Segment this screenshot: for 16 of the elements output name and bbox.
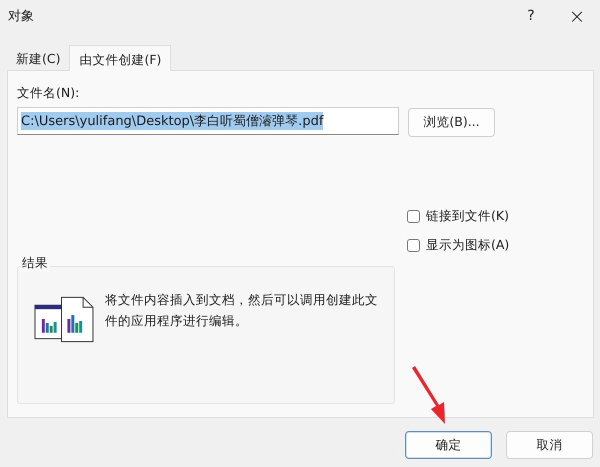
cancel-button[interactable]: 取消 bbox=[506, 431, 593, 459]
checkbox-label[interactable]: 链接到文件(K) bbox=[426, 208, 509, 225]
tab[interactable]: 由文件创建(F) bbox=[69, 45, 172, 71]
checkbox-label[interactable]: 显示为图标(A) bbox=[426, 237, 510, 254]
ok-button[interactable]: 确定 bbox=[405, 431, 492, 459]
window-title: 对象 bbox=[8, 8, 35, 25]
help-button[interactable]: ? bbox=[508, 4, 554, 28]
checkbox[interactable] bbox=[407, 239, 420, 252]
close-button[interactable]: × bbox=[554, 0, 600, 32]
field-label: 文件名(N): bbox=[17, 85, 80, 102]
embedded-documents-icon bbox=[34, 295, 95, 343]
file-name-field[interactable]: C:\Users\yulifang\Desktop\李白听蜀僧濬弹琴.pdf bbox=[17, 107, 399, 135]
checkbox[interactable] bbox=[407, 210, 420, 223]
result-description: 将文件内容插入到文档，然后可以调用创建此文件的应用程序进行编辑。 bbox=[104, 291, 379, 330]
browse-button[interactable]: 浏览(B)... bbox=[408, 108, 495, 137]
tab[interactable]: 新建(C) bbox=[7, 47, 70, 70]
